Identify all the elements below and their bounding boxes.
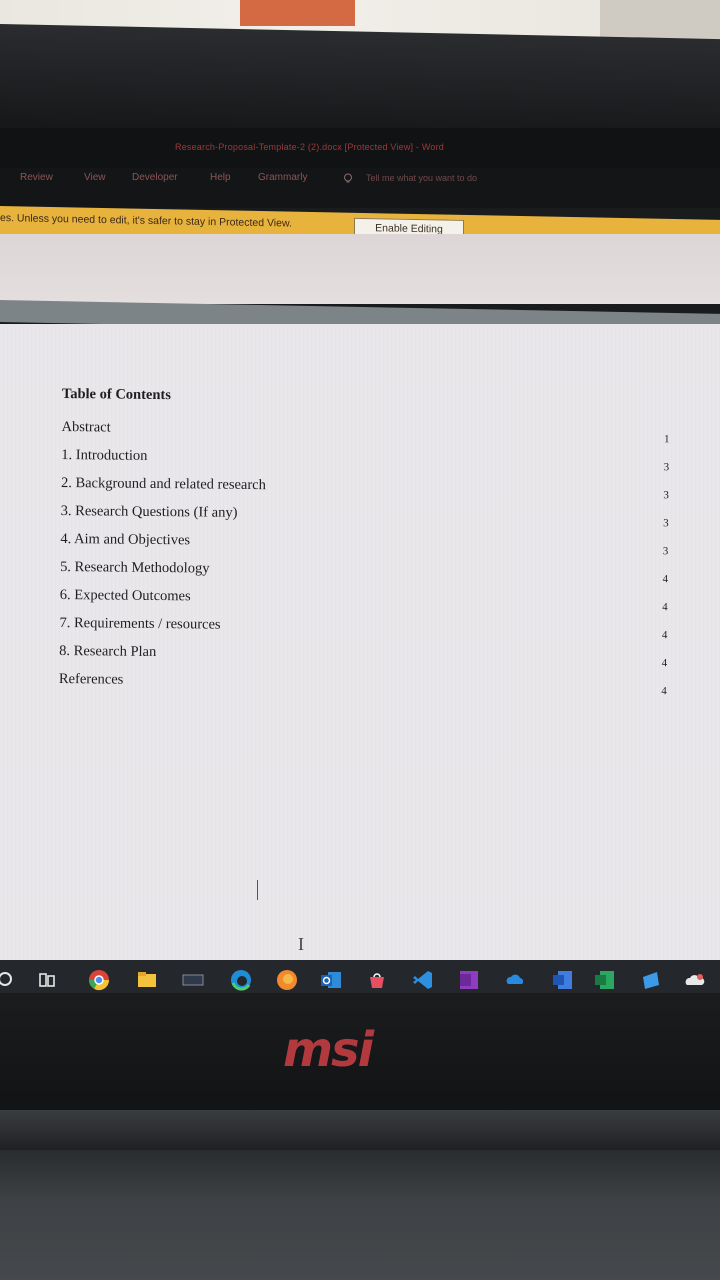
toc-entry-label: 3. Research Questions (If any) (60, 502, 238, 521)
table-of-contents: Table of Contents Abstract 1 1. Introduct… (59, 386, 672, 705)
onedrive-cloud-icon[interactable] (684, 969, 706, 991)
laptop-base (0, 1150, 720, 1280)
toc-entry-page: 4 (661, 629, 668, 642)
tab-review[interactable]: Review (20, 172, 53, 183)
toc-entry-page: 4 (662, 601, 668, 614)
ribbon-tabs: Review View Developer Help Grammarly Tel… (0, 168, 720, 208)
tab-view[interactable]: View (84, 172, 106, 183)
ms-store-icon[interactable] (366, 969, 388, 991)
toc-entry-page: 3 (663, 517, 669, 530)
toc-entry-label: 7. Requirements / resources (59, 614, 221, 633)
toc-entry-page: 4 (662, 573, 669, 586)
toc-entry-label: 5. Research Methodology (60, 558, 210, 577)
toc-entry-label: 2. Background and related research (60, 474, 266, 494)
toc-entry-label: 8. Research Plan (59, 642, 157, 661)
toc-entry-label: References (58, 670, 124, 688)
toc-entry-page: 4 (661, 685, 667, 698)
toc-title: Table of Contents (61, 386, 172, 404)
file-explorer-icon[interactable] (136, 969, 158, 991)
chrome-icon[interactable] (88, 969, 110, 991)
ibeam-cursor-icon: I (298, 934, 304, 954)
toc-entry[interactable]: References 4 (59, 671, 669, 705)
toc-entry-label: 6. Expected Outcomes (59, 586, 191, 605)
vscode-icon[interactable] (412, 969, 434, 991)
toc-entry-page: 3 (662, 545, 669, 558)
document-top-margin (0, 234, 720, 304)
title-bar: Research-Proposal-Template-2 (2).docx [P… (0, 128, 720, 168)
tab-help[interactable]: Help (210, 172, 231, 183)
toc-entry-page: 3 (663, 489, 669, 502)
outlook-icon[interactable] (320, 969, 342, 991)
photos-icon[interactable] (640, 969, 662, 991)
task-view-icon[interactable] (36, 969, 58, 991)
toc-entry-label: Abstract (61, 418, 111, 436)
taskbar (0, 960, 720, 993)
lightbulb-icon[interactable] (343, 173, 353, 185)
firefox-icon[interactable] (276, 969, 298, 991)
tell-me-search[interactable]: Tell me what you want to do (366, 173, 477, 183)
excel-icon[interactable] (594, 969, 616, 991)
toc-entry-page: 3 (663, 461, 670, 474)
background-object (240, 0, 355, 26)
onenote-icon[interactable] (458, 969, 480, 991)
word-icon[interactable] (552, 969, 574, 991)
tab-developer[interactable]: Developer (132, 172, 178, 183)
window-title: Research-Proposal-Template-2 (2).docx [P… (175, 142, 444, 152)
tab-grammarly[interactable]: Grammarly (258, 172, 307, 183)
laptop-hinge (0, 1110, 720, 1150)
toc-entry-label: 1. Introduction (61, 446, 148, 464)
toc-entry-label: 4. Aim and Objectives (60, 530, 191, 549)
protected-view-message: es. Unless you need to edit, it's safer … (0, 212, 292, 230)
toc-entry-page: 1 (663, 433, 670, 446)
app-icon[interactable] (182, 969, 204, 991)
laptop-screen: Research-Proposal-Template-2 (2).docx [P… (0, 128, 720, 993)
search-icon[interactable] (0, 969, 18, 991)
onedrive-icon[interactable] (504, 969, 526, 991)
toc-entry-page: 4 (661, 657, 668, 670)
brand-logo: msi (283, 1022, 374, 1078)
text-cursor (257, 880, 258, 900)
edge-icon[interactable] (230, 969, 252, 991)
document-page[interactable]: Table of Contents Abstract 1 1. Introduct… (0, 324, 720, 964)
